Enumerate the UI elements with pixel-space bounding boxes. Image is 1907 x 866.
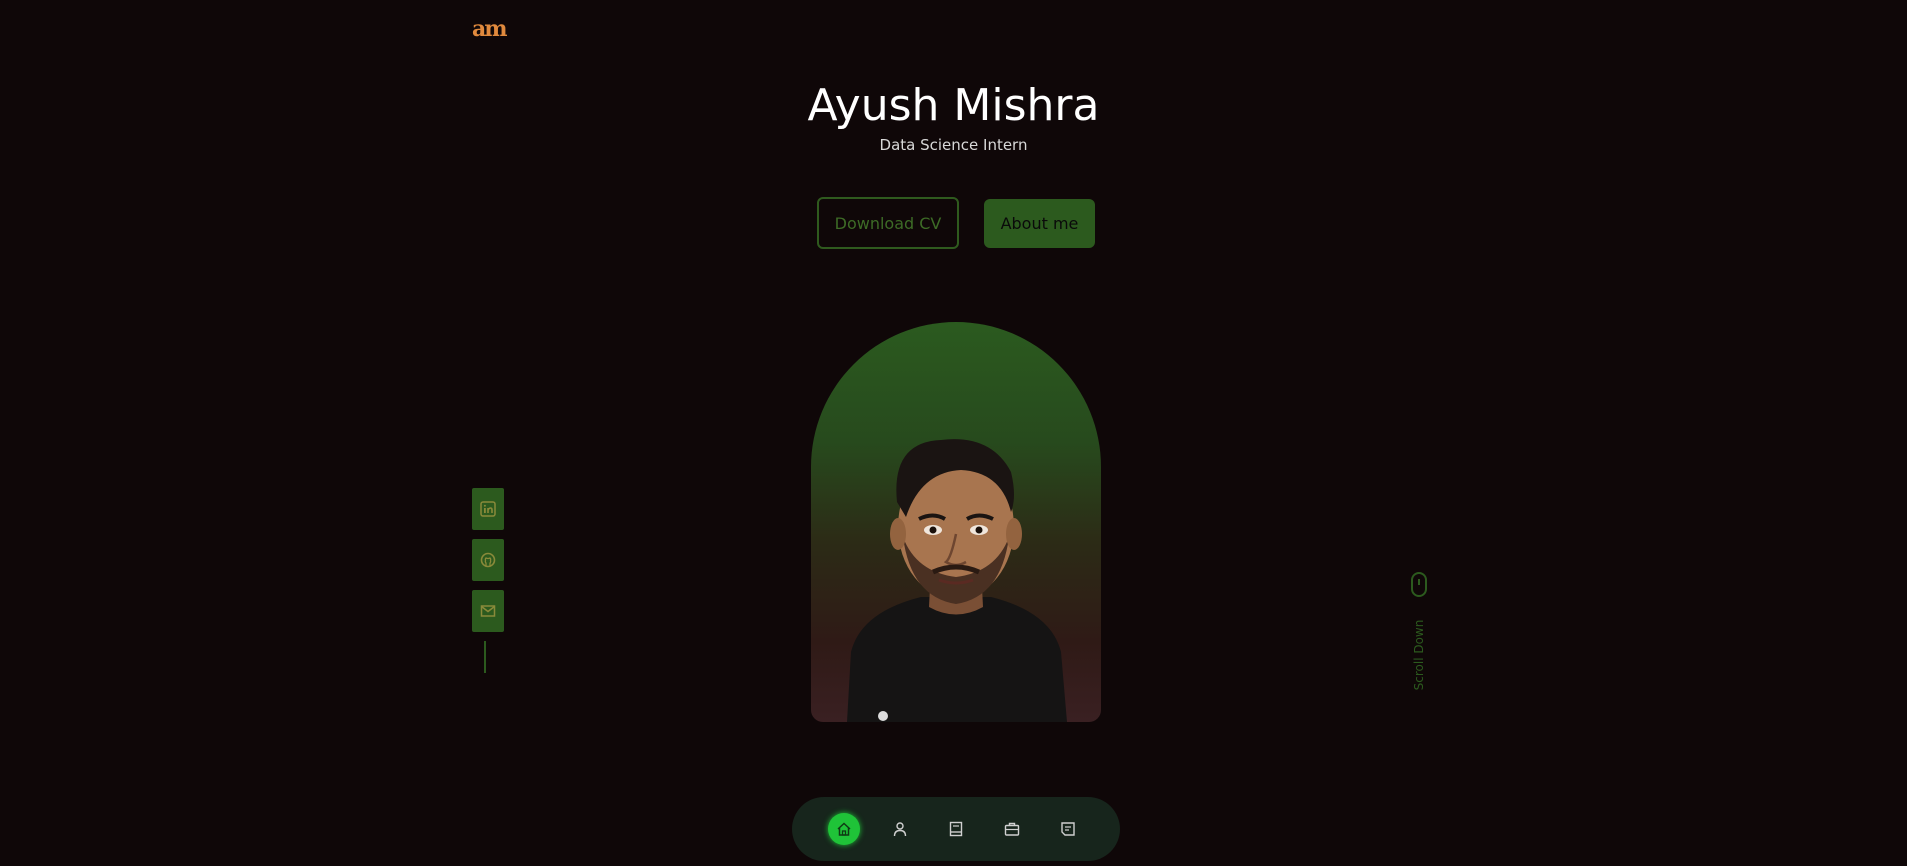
scroll-down-indicator[interactable]: Scroll Down [1408, 572, 1430, 690]
email-link[interactable] [472, 590, 504, 632]
logo[interactable]: am [472, 16, 508, 42]
nav-contact[interactable] [1052, 813, 1084, 845]
mail-icon [480, 605, 496, 617]
github-link[interactable] [472, 539, 504, 581]
home-icon [837, 822, 851, 836]
portrait-photo [847, 439, 1067, 722]
linkedin-link[interactable] [472, 488, 504, 530]
mouse-icon [1411, 572, 1427, 597]
download-cv-button[interactable]: Download CV [817, 197, 959, 249]
nav-portfolio[interactable] [996, 813, 1028, 845]
hero-role: Data Science Intern [879, 136, 1028, 154]
profile-portrait [811, 322, 1101, 722]
about-me-button[interactable]: About me [984, 199, 1095, 248]
social-links [472, 488, 504, 673]
social-divider-line [484, 641, 486, 673]
book-icon [949, 821, 963, 837]
bottom-navbar [792, 797, 1120, 861]
hero-name: Ayush Mishra [807, 80, 1100, 131]
linkedin-icon [480, 501, 496, 517]
scroll-down-label: Scroll Down [1412, 619, 1426, 691]
nav-about[interactable] [884, 813, 916, 845]
nav-resume[interactable] [940, 813, 972, 845]
message-icon [1061, 822, 1075, 836]
github-icon [480, 552, 496, 568]
user-icon [893, 822, 907, 837]
briefcase-icon [1004, 822, 1020, 836]
nav-home[interactable] [828, 813, 860, 845]
